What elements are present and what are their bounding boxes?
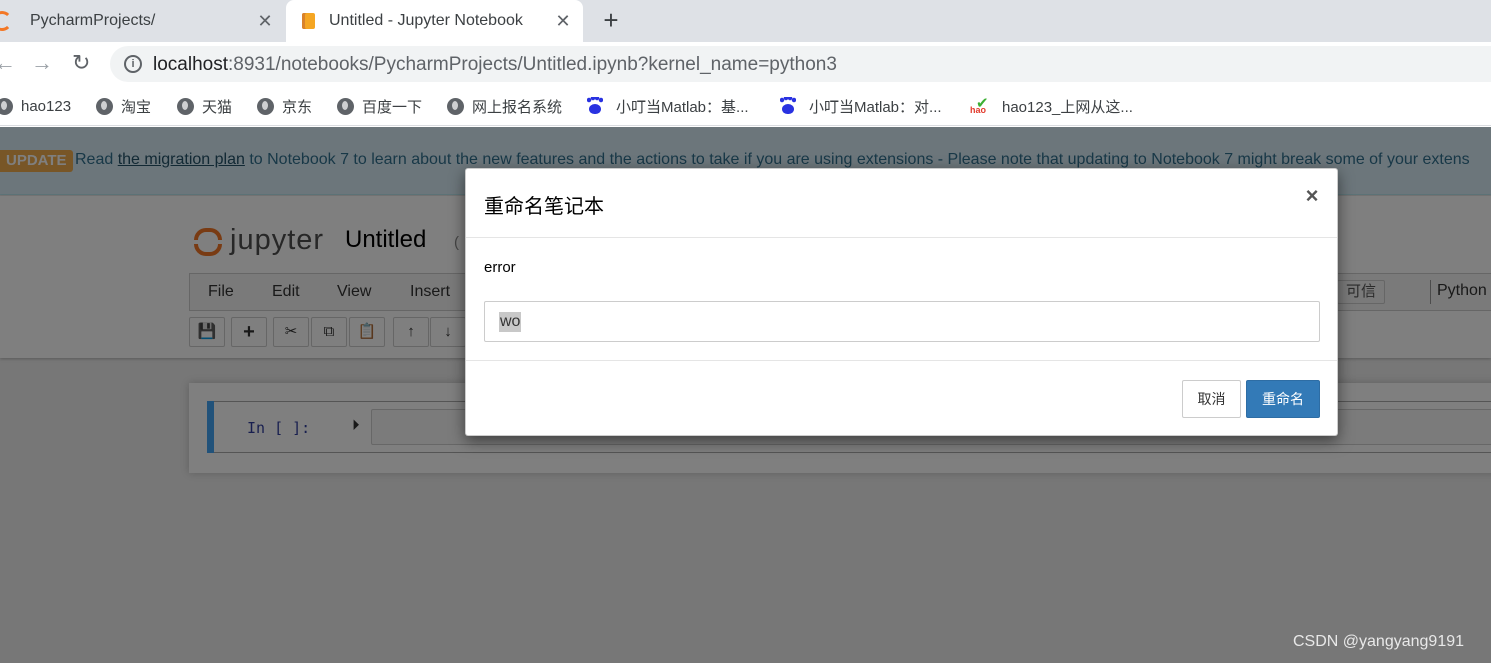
notebook-icon <box>302 13 315 29</box>
baidu-paw-icon <box>586 97 604 115</box>
globe-icon <box>447 97 464 115</box>
tab-title: Untitled - Jupyter Notebook <box>329 12 523 29</box>
rename-notebook-dialog: 重命名笔记本 × error wo 取消 重命名 <box>465 168 1338 436</box>
modal-header: 重命名笔记本 × <box>466 169 1337 238</box>
url-host: localhost <box>153 54 228 75</box>
input-value: wo <box>499 311 522 332</box>
hao123-icon: ✔ hao <box>970 95 989 115</box>
bookmark-hao123-home[interactable]: ✔ hao hao123_上网从这... <box>970 95 1133 117</box>
notebook-name-input[interactable]: wo <box>484 301 1320 342</box>
bookmark-label: 天猫 <box>202 98 233 116</box>
close-icon[interactable]: ✕ <box>554 11 572 32</box>
browser-toolbar: ← → ↻ i localhost:8931/notebooks/Pycharm… <box>0 42 1491 86</box>
bookmark-matlab-2[interactable]: 小叮当Matlab：对... <box>779 95 942 117</box>
globe-icon <box>337 97 354 115</box>
bookmark-baidu[interactable]: 百度一下 <box>337 95 422 117</box>
cancel-button[interactable]: 取消 <box>1182 380 1241 418</box>
jupyter-icon <box>0 11 12 31</box>
bookmark-label: hao123 <box>21 97 72 115</box>
bookmark-label: 小叮当Matlab：对... <box>809 98 942 116</box>
modal-title: 重命名笔记本 <box>484 196 604 218</box>
new-tab-button[interactable]: + <box>598 7 624 34</box>
bookmarks-bar: hao123 淘宝 天猫 京东 百度一下 网上报名系统 小叮当Matlab：基.… <box>0 86 1491 126</box>
watermark: CSDN @yangyang9191 <box>1293 633 1465 650</box>
info-icon[interactable]: i <box>124 55 142 73</box>
browser-tab-strip: PycharmProjects/ ✕ Untitled - Jupyter No… <box>0 0 1491 42</box>
url-text[interactable]: localhost:8931/notebooks/PycharmProjects… <box>153 54 837 76</box>
bookmark-hao123[interactable]: hao123 <box>0 95 71 117</box>
globe-icon <box>0 97 13 115</box>
modal-body: error wo <box>466 238 1337 361</box>
tab-title: PycharmProjects/ <box>30 12 156 29</box>
reload-icon[interactable]: ↻ <box>72 52 90 74</box>
baidu-paw-icon <box>779 97 797 115</box>
forward-icon[interactable]: → <box>31 52 53 74</box>
error-message: error <box>484 259 516 276</box>
url-path: :8931/notebooks/PycharmProjects/Untitled… <box>228 54 837 75</box>
tab-pycharmprojects[interactable]: PycharmProjects/ ✕ <box>0 0 284 42</box>
bookmark-label: 百度一下 <box>362 98 423 116</box>
bookmark-label: 淘宝 <box>121 98 152 116</box>
bookmark-jd[interactable]: 京东 <box>257 95 312 117</box>
globe-icon <box>177 97 194 115</box>
globe-icon <box>96 97 113 115</box>
bookmark-label: hao123_上网从这... <box>1002 98 1133 116</box>
tab-untitled-notebook[interactable]: Untitled - Jupyter Notebook ✕ <box>286 0 583 42</box>
bookmark-taobao[interactable]: 淘宝 <box>96 95 151 117</box>
rename-button[interactable]: 重命名 <box>1246 380 1320 418</box>
address-bar[interactable]: i localhost:8931/notebooks/PycharmProjec… <box>110 46 1491 82</box>
bookmark-label: 网上报名系统 <box>472 98 563 116</box>
bookmark-label: 小叮当Matlab：基... <box>616 98 749 116</box>
globe-icon <box>257 97 274 115</box>
bookmark-matlab-1[interactable]: 小叮当Matlab：基... <box>586 95 749 117</box>
close-icon[interactable]: × <box>1302 183 1322 209</box>
bookmark-signup-system[interactable]: 网上报名系统 <box>447 95 562 117</box>
bookmark-tmall[interactable]: 天猫 <box>177 95 232 117</box>
bookmark-label: 京东 <box>282 98 313 116</box>
close-icon[interactable]: ✕ <box>256 11 274 32</box>
back-icon[interactable]: ← <box>0 52 16 74</box>
